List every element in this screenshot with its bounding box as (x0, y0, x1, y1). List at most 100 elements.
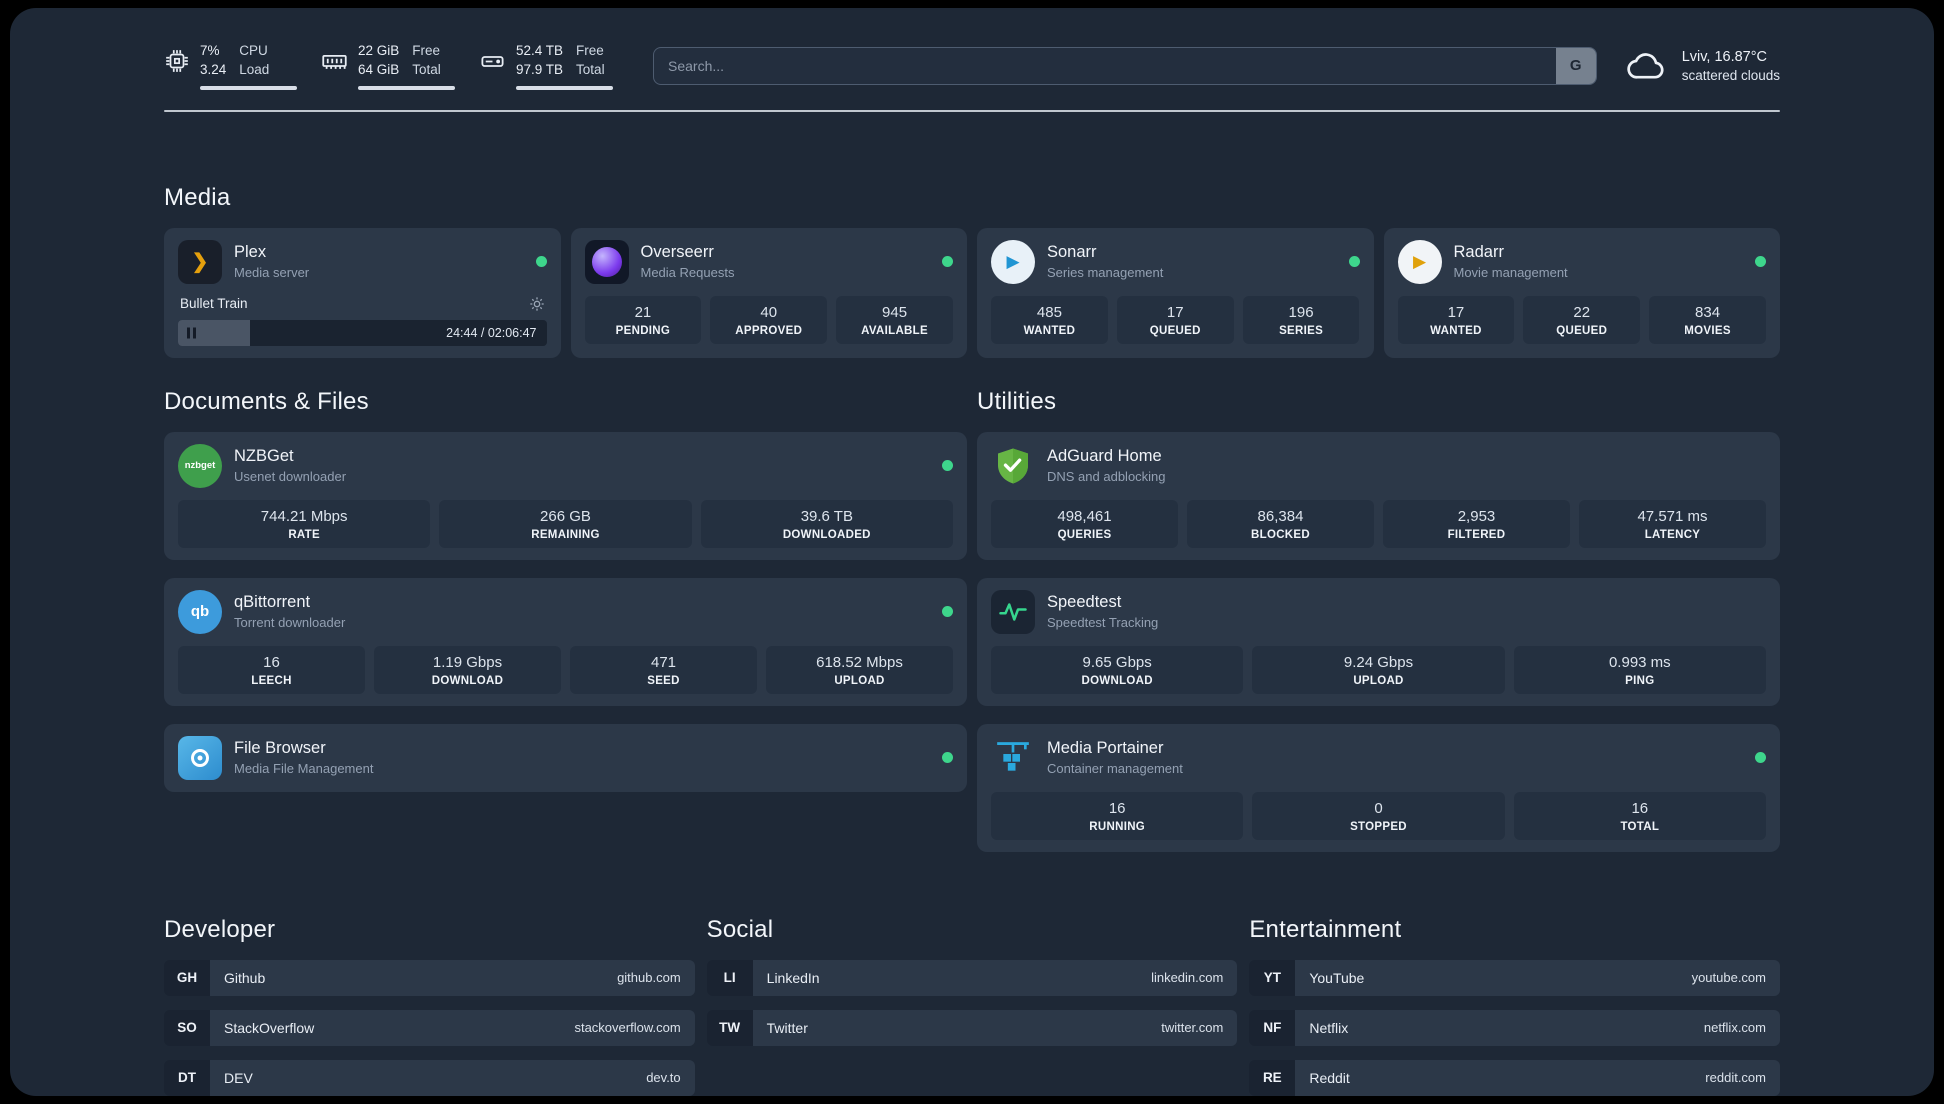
stat-box: 40 APPROVED (710, 295, 828, 344)
search-bar: G (653, 46, 1597, 85)
app-card-nzbget[interactable]: nzbget NZBGet Usenet downloader 744.21 M… (164, 431, 967, 560)
section-title-media: Media (164, 183, 231, 211)
app-card-adguard[interactable]: AdGuard Home DNS and adblocking 498,461 … (977, 431, 1780, 560)
cloud-icon (1627, 53, 1664, 79)
stat-box: 9.65 Gbps DOWNLOAD (991, 645, 1244, 694)
topbar: 7% 3.24 CPU Load 22 GiB 64 GiB Free Tota… (164, 8, 1780, 90)
stat-value: 471 (650, 653, 677, 671)
stat-box: 9.24 Gbps UPLOAD (1252, 645, 1505, 694)
stat-box: 618.52 Mbps UPLOAD (766, 645, 953, 694)
bookmark-url: github.com (617, 970, 681, 986)
cpu-label: CPU (239, 43, 268, 58)
app-card-speedtest[interactable]: Speedtest Speedtest Tracking 9.65 Gbps D… (977, 577, 1780, 706)
stat-label: RATE (288, 528, 320, 541)
app-card-filebrowser[interactable]: File Browser Media File Management (164, 723, 967, 792)
stat-label: QUEUED (1149, 324, 1201, 337)
portainer-crane-icon (991, 736, 1035, 780)
stat-label: BLOCKED (1251, 528, 1310, 541)
app-desc: Series management (1047, 265, 1164, 281)
stat-value: 266 GB (540, 507, 591, 525)
cpu-load-value: 3.24 (200, 61, 227, 77)
bookmark-name: DEV (224, 1069, 253, 1086)
stat-value: 0 (1374, 799, 1383, 817)
app-name: Sonarr (1047, 243, 1097, 262)
bookmark-url: youtube.com (1691, 970, 1766, 986)
bookmark-reddit[interactable]: RE Reddit reddit.com (1249, 1059, 1780, 1096)
plex-icon: ❯ (178, 239, 222, 284)
stat-label: APPROVED (735, 324, 803, 337)
memory-total-label: Total (412, 61, 441, 77)
status-dot (942, 460, 953, 472)
bookmark-name: StackOverflow (224, 1019, 315, 1036)
memory-total-value: 64 GiB (358, 61, 400, 77)
bookmark-name: LinkedIn (766, 969, 820, 986)
stat-value: 0.993 ms (1608, 653, 1671, 671)
bookmark-abbr: TW (706, 1009, 753, 1046)
stat-value: 485 (1036, 303, 1062, 321)
player-time: 24:44 / 02:06:47 (446, 325, 537, 340)
nzbget-logo-text: nzbget (184, 460, 216, 472)
bookmark-youtube[interactable]: YT YouTube youtube.com (1249, 959, 1780, 996)
stat-value: 9.65 Gbps (1082, 653, 1152, 671)
search-engine-button[interactable]: G (1555, 47, 1596, 84)
speedtest-pulse-icon (991, 589, 1035, 634)
stat-box: 16 TOTAL (1513, 791, 1766, 840)
stat-box: 498,461 QUERIES (991, 499, 1178, 548)
bookmark-url: reddit.com (1705, 1070, 1766, 1086)
app-desc: Usenet downloader (234, 469, 347, 485)
stat-label: DOWNLOADED (782, 528, 871, 541)
bookmark-netflix[interactable]: NF Netflix netflix.com (1249, 1009, 1780, 1046)
app-desc: Speedtest Tracking (1047, 615, 1159, 631)
app-desc: Movie management (1453, 265, 1568, 281)
stat-box: 485 WANTED (991, 295, 1108, 344)
disk-free-value: 52.4 TB (516, 43, 564, 58)
bookmark-github[interactable]: GH Github github.com (164, 959, 695, 996)
bookmark-url: stackoverflow.com (574, 1020, 681, 1036)
player-seekbar[interactable]: 24:44 / 02:06:47 (178, 319, 547, 346)
app-name: Radarr (1453, 243, 1504, 262)
bookmark-dev[interactable]: DT DEV dev.to (164, 1059, 695, 1096)
app-card-overseerr[interactable]: Overseerr Media Requests 21 PENDING 40 A… (570, 227, 967, 358)
app-name: NZBGet (234, 447, 294, 466)
sonarr-arrow-glyph: ▶ (1006, 251, 1020, 271)
bookmark-abbr: GH (164, 959, 210, 996)
app-card-plex[interactable]: ❯ Plex Media server Bullet Train 24:44 /… (164, 227, 561, 358)
bookmark-url: netflix.com (1703, 1020, 1766, 1036)
weather-widget: Lviv, 16.87°C scattered clouds (1625, 49, 1780, 83)
stat-box: 22 QUEUED (1523, 295, 1641, 344)
section-media: Media ❯ Plex Media server Bullet Train 2… (164, 184, 1780, 358)
app-name: Plex (234, 243, 267, 262)
app-card-qbittorrent[interactable]: qb qBittorrent Torrent downloader 16 LEE… (164, 577, 967, 706)
stat-value: 17 (1166, 303, 1184, 321)
gear-icon[interactable] (529, 296, 545, 312)
stat-value: 16 (1631, 799, 1649, 817)
app-name: AdGuard Home (1047, 447, 1162, 466)
stat-value: 196 (1288, 303, 1314, 321)
cpu-monitor: 7% 3.24 CPU Load (164, 42, 297, 90)
app-card-radarr[interactable]: ▶ Radarr Movie management 17 WANTED 22 Q… (1383, 227, 1780, 358)
stat-value: 39.6 TB (800, 507, 853, 525)
pause-icon[interactable] (187, 327, 196, 339)
stat-label: MOVIES (1684, 324, 1731, 337)
stat-label: QUERIES (1057, 528, 1112, 541)
stat-value: 618.52 Mbps (816, 653, 903, 671)
hard-drive-icon (481, 56, 504, 67)
bookmark-stackoverflow[interactable]: SO StackOverflow stackoverflow.com (164, 1009, 695, 1046)
status-dot (942, 606, 953, 618)
weather-location: Lviv, 16.87°C (1681, 48, 1768, 65)
status-dot (1755, 752, 1766, 764)
app-card-portainer[interactable]: Media Portainer Container management 16 … (977, 723, 1780, 852)
stat-value: 1.19 Gbps (432, 653, 503, 671)
app-desc: Media Requests (640, 265, 735, 281)
stat-value: 47.571 ms (1637, 507, 1708, 525)
app-card-sonarr[interactable]: ▶ Sonarr Series management 485 WANTED 17… (977, 227, 1374, 358)
bookmark-twitter[interactable]: TW Twitter twitter.com (706, 1009, 1238, 1046)
adguard-shield-icon (991, 444, 1035, 488)
radarr-arrow-glyph: ▶ (1412, 251, 1427, 271)
bookmark-linkedin[interactable]: LI LinkedIn linkedin.com (706, 959, 1238, 996)
stat-box: 834 MOVIES (1649, 295, 1766, 344)
bookmark-abbr: NF (1249, 1009, 1296, 1046)
stat-box: 945 AVAILABLE (836, 295, 953, 344)
search-input[interactable] (654, 57, 1556, 74)
stat-value: 9.24 Gbps (1343, 653, 1414, 671)
